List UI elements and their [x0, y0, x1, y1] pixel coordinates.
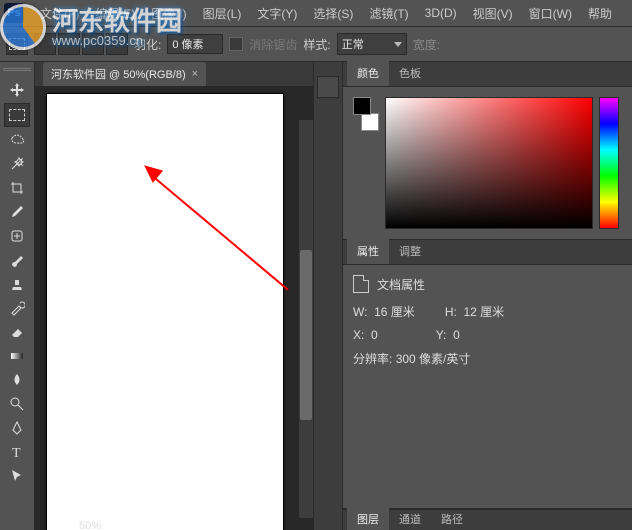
path-selection-tool[interactable] — [5, 465, 29, 487]
menu-help[interactable]: 帮助 — [588, 5, 612, 22]
canvas-viewport[interactable] — [35, 86, 313, 530]
canvas[interactable] — [47, 94, 283, 530]
hue-slider[interactable] — [599, 97, 619, 229]
zoom-level[interactable]: 50% — [79, 520, 101, 530]
right-panels: 颜色 色板 属性 调整 文档属性 — [343, 62, 632, 530]
prop-resolution: 分辨率: 300 像素/英寸 — [353, 350, 470, 367]
eraser-tool[interactable] — [5, 321, 29, 343]
magic-wand-tool[interactable] — [5, 153, 29, 175]
close-tab-icon[interactable]: × — [192, 68, 198, 80]
menu-layer[interactable]: 图层(L) — [203, 5, 242, 22]
active-tool-icon[interactable] — [6, 33, 28, 55]
style-label: 样式: — [303, 36, 330, 53]
eyedropper-tool[interactable] — [5, 201, 29, 223]
scroll-thumb[interactable] — [300, 250, 312, 420]
menu-view[interactable]: 视图(V) — [473, 5, 513, 22]
clone-stamp-tool[interactable] — [5, 273, 29, 295]
tab-swatches[interactable]: 色板 — [389, 60, 431, 86]
lasso-tool[interactable] — [5, 129, 29, 151]
menu-window[interactable]: 窗口(W) — [529, 5, 572, 22]
color-panel: 颜色 色板 — [343, 62, 632, 240]
main-workspace: T 河东软件园 @ 50%(RGB/8) × 50% 颜色 色板 — [0, 62, 632, 530]
toolbar-grip-icon[interactable] — [3, 68, 31, 74]
properties-panel: 属性 调整 文档属性 W: 16 厘米 H: 12 厘米 X: 0 Y: 0 分 — [343, 240, 632, 509]
document-icon — [353, 275, 369, 293]
prop-w: W: 16 厘米 — [353, 303, 415, 320]
healing-brush-tool[interactable] — [5, 225, 29, 247]
collapsed-dock — [313, 62, 343, 530]
selection-subtract-icon[interactable] — [82, 33, 104, 55]
document-area: 河东软件园 @ 50%(RGB/8) × 50% — [35, 62, 313, 530]
vertical-scrollbar[interactable] — [299, 120, 313, 518]
svg-text:T: T — [12, 446, 21, 460]
foreground-background-swatch[interactable] — [353, 97, 379, 131]
menu-edit[interactable]: 编辑(E) — [95, 5, 135, 22]
document-tab-bar: 河东软件园 @ 50%(RGB/8) × — [35, 62, 313, 86]
brush-tool[interactable] — [5, 249, 29, 271]
layers-panel-tabs: 图层 通道 路径 — [343, 509, 632, 530]
tab-color[interactable]: 颜色 — [347, 60, 389, 86]
style-value: 正常 — [342, 36, 364, 52]
tools-panel: T — [0, 62, 35, 530]
chevron-down-icon — [394, 42, 402, 47]
menu-type[interactable]: 文字(Y) — [257, 5, 297, 22]
tab-channels[interactable]: 通道 — [389, 506, 431, 530]
selection-add-icon[interactable] — [58, 33, 80, 55]
pen-tool[interactable] — [5, 417, 29, 439]
tab-adjustments[interactable]: 调整 — [389, 238, 431, 264]
prop-x: X: 0 — [353, 328, 378, 342]
menu-filter[interactable]: 滤镜(T) — [369, 5, 408, 22]
document-tab-title: 河东软件园 @ 50%(RGB/8) — [51, 66, 186, 82]
history-brush-tool[interactable] — [5, 297, 29, 319]
width-label: 宽度: — [413, 36, 440, 53]
document-tab[interactable]: 河东软件园 @ 50%(RGB/8) × — [43, 62, 206, 86]
menu-bar: Ps 文件(F) 编辑(E) 图像(I) 图层(L) 文字(Y) 选择(S) 滤… — [0, 0, 632, 27]
selection-mode-group — [34, 33, 128, 55]
selection-new-icon[interactable] — [34, 33, 56, 55]
blur-tool[interactable] — [5, 369, 29, 391]
menu-3d[interactable]: 3D(D) — [425, 6, 457, 20]
doc-properties-label: 文档属性 — [377, 276, 425, 293]
tab-paths[interactable]: 路径 — [431, 506, 473, 530]
marquee-tool[interactable] — [4, 103, 30, 127]
menu-select[interactable]: 选择(S) — [313, 5, 353, 22]
antialias-checkbox[interactable] — [229, 37, 243, 51]
crop-tool[interactable] — [5, 177, 29, 199]
prop-y: Y: 0 — [436, 328, 460, 342]
style-dropdown[interactable]: 正常 — [337, 33, 407, 55]
tab-layers[interactable]: 图层 — [347, 506, 389, 530]
prop-h: H: 12 厘米 — [445, 303, 504, 320]
feather-label: 羽化: — [134, 36, 161, 53]
foreground-color-swatch[interactable] — [353, 97, 371, 115]
antialias-label: 消除锯齿 — [249, 36, 297, 53]
feather-input[interactable] — [167, 34, 223, 54]
background-color-swatch[interactable] — [361, 113, 379, 131]
dodge-tool[interactable] — [5, 393, 29, 415]
menu-file[interactable]: 文件(F) — [40, 5, 79, 22]
tab-properties[interactable]: 属性 — [347, 238, 389, 264]
type-tool[interactable]: T — [5, 441, 29, 463]
collapsed-panel-icon[interactable] — [317, 76, 339, 98]
menu-image[interactable]: 图像(I) — [151, 5, 186, 22]
gradient-tool[interactable] — [5, 345, 29, 367]
move-tool[interactable] — [5, 79, 29, 101]
options-bar: 羽化: 消除锯齿 样式: 正常 宽度: — [0, 27, 632, 62]
color-field[interactable] — [385, 97, 593, 229]
selection-intersect-icon[interactable] — [106, 33, 128, 55]
app-logo-icon: Ps — [4, 3, 24, 23]
